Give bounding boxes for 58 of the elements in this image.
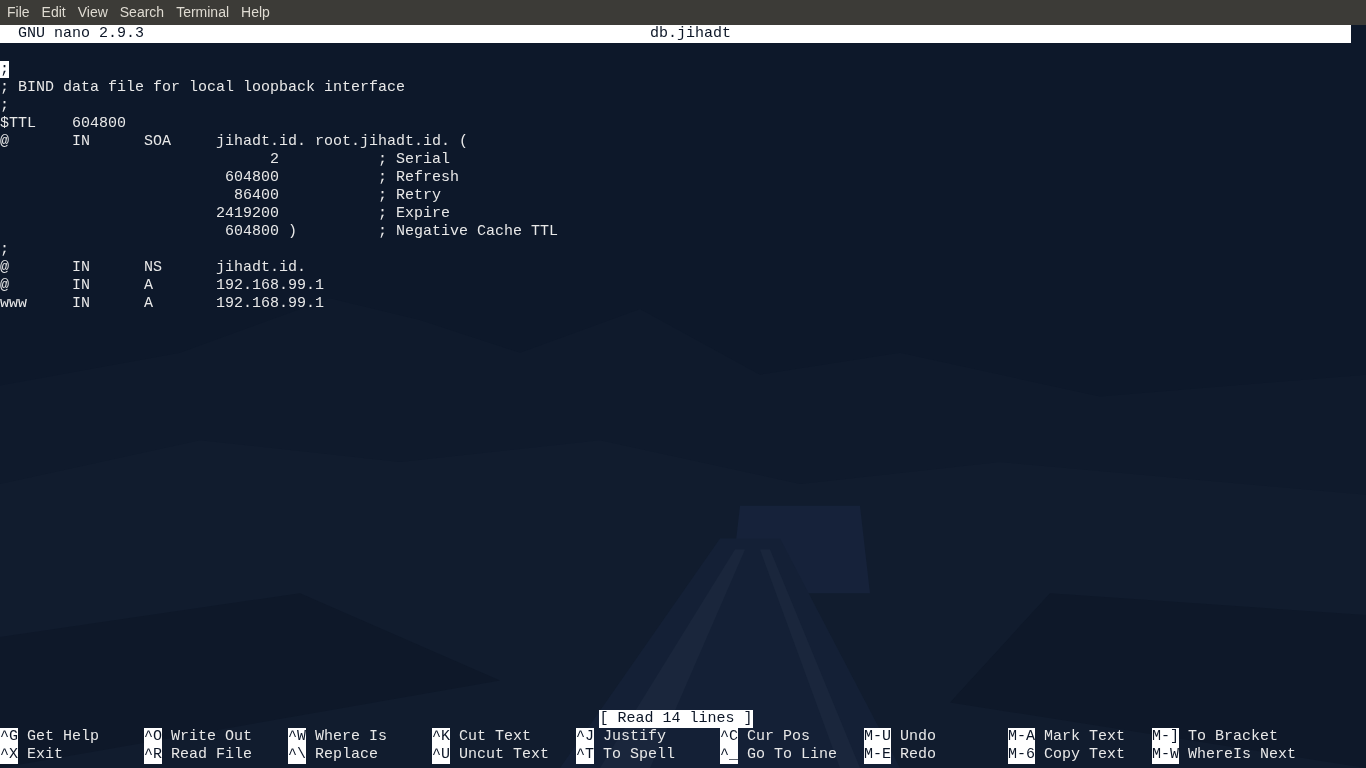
shortcut-key: ^W <box>288 728 306 746</box>
code-line: 86400 ; Retry <box>233 187 442 205</box>
shortcut-label[interactable]: Get Help <box>27 728 100 746</box>
shortcut-key: ^G <box>0 728 18 746</box>
shortcut-label[interactable]: WhereIs Next <box>1188 746 1297 764</box>
menu-item[interactable]: Terminal <box>176 2 230 23</box>
shortcut-key: ^_ <box>720 746 738 764</box>
shortcut-key: M-U <box>864 728 891 746</box>
code-line: ; <box>0 97 9 115</box>
shortcut-label[interactable]: Mark Text <box>1044 728 1126 746</box>
code-line: 604800 ; Refresh <box>224 169 460 187</box>
shortcut-label[interactable]: Uncut Text <box>459 746 550 764</box>
shortcut-label[interactable]: To Spell <box>603 746 676 764</box>
shortcut-key: M-6 <box>1008 746 1035 764</box>
shortcut-key: ^T <box>576 746 594 764</box>
shortcut-key: ^R <box>144 746 162 764</box>
menu-item[interactable]: File <box>7 2 30 23</box>
code-line: 2419200 ; Expire <box>215 205 451 223</box>
shortcut-label[interactable]: Redo <box>900 746 937 764</box>
code-line: $TTL 604800 <box>0 115 127 133</box>
shortcut-key: M-] <box>1152 728 1179 746</box>
status-message: [ Read 14 lines ] <box>599 710 753 728</box>
code-line: www IN A 192.168.99.1 <box>0 295 325 313</box>
code-line: @ IN SOA jihadt.id. root.jihadt.id. ( <box>0 133 469 151</box>
shortcut-label[interactable]: Go To Line <box>747 746 838 764</box>
code-line: 2 ; Serial <box>269 151 451 169</box>
shortcut-label[interactable]: Read File <box>171 746 253 764</box>
code-line: ; <box>0 241 9 259</box>
shortcut-label[interactable]: Cur Pos <box>747 728 811 746</box>
shortcut-key: ^X <box>0 746 18 764</box>
shortcut-label[interactable]: Where Is <box>315 728 388 746</box>
file-name: db.jihadt <box>650 25 731 43</box>
shortcut-key: ^J <box>576 728 594 746</box>
app-version: GNU nano 2.9.3 <box>18 25 145 43</box>
shortcut-key: M-W <box>1152 746 1179 764</box>
code-line: @ IN NS jihadt.id. <box>0 259 307 277</box>
shortcut-key: ^\ <box>288 746 306 764</box>
shortcut-label[interactable]: Justify <box>603 728 667 746</box>
shortcut-key: ^K <box>432 728 450 746</box>
code-line: ; BIND data file for local loopback interface <box>0 79 406 97</box>
shortcut-key: M-E <box>864 746 891 764</box>
shortcut-label[interactable]: Exit <box>27 746 64 764</box>
menu-item[interactable]: Help <box>241 2 270 23</box>
shortcut-label[interactable]: Replace <box>315 746 379 764</box>
menu-item[interactable]: Edit <box>41 2 66 23</box>
shortcut-key: M-A <box>1008 728 1035 746</box>
shortcut-label[interactable]: Write Out <box>171 728 253 746</box>
shortcut-label[interactable]: To Bracket <box>1188 728 1279 746</box>
shortcut-key: ^C <box>720 728 738 746</box>
code-line: 604800 ) ; Negative Cache TTL <box>224 223 559 241</box>
menu-item[interactable]: View <box>77 2 108 23</box>
shortcut-label[interactable]: Undo <box>900 728 937 746</box>
shortcut-label[interactable]: Copy Text <box>1044 746 1126 764</box>
shortcut-label[interactable]: Cut Text <box>459 728 532 746</box>
shortcut-key: ^O <box>144 728 162 746</box>
code-line: @ IN A 192.168.99.1 <box>0 277 325 295</box>
shortcut-key: ^U <box>432 746 450 764</box>
menu-item[interactable]: Search <box>119 2 165 23</box>
